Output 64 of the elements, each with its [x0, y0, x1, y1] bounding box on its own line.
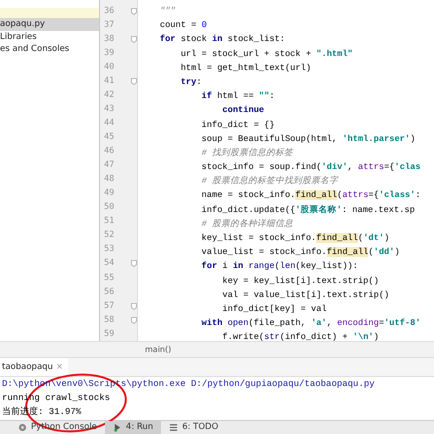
line-number: 49	[104, 187, 114, 200]
project-tree-item[interactable]: es and Consoles	[0, 43, 99, 56]
code-line: key = key_list[i].text.strip()	[221, 274, 380, 288]
fold-marker-icon[interactable]	[131, 78, 137, 85]
tool-window-tab[interactable]: 4: Run	[104, 421, 162, 434]
code-line: stock_info = soup.find('div', attrs={'clas	[200, 161, 422, 174]
line-number: 50	[104, 201, 114, 214]
code-line: key_list = stock_info.find_all('dt')	[200, 232, 390, 245]
code-line: """	[158, 5, 176, 18]
fold-marker-icon[interactable]	[131, 8, 137, 15]
code-line: for i in range(len(key_list)):	[200, 260, 359, 274]
code-line: info_dict.update({'股票名称': name.text.sp	[200, 204, 416, 217]
line-number: 59	[104, 328, 114, 340]
code-line: try:	[180, 76, 203, 89]
code-line: val = value_list[i].text.strip()	[221, 288, 390, 302]
code-line: # 股票的各种详细信息	[200, 218, 294, 231]
line-number: 53	[104, 243, 114, 256]
run-icon	[112, 423, 122, 432]
code-line: value_list = stock_info.find_all('dd')	[200, 246, 401, 260]
code-line: name = stock_info.find_all(attrs={'class':	[200, 189, 422, 202]
code-line: info_dict[key] = val	[221, 302, 328, 316]
fold-marker-icon[interactable]	[131, 316, 137, 324]
line-number: 40	[104, 60, 114, 74]
line-number: 48	[104, 173, 114, 186]
code-line: info_dict = {}	[200, 118, 276, 132]
line-number: 47	[104, 159, 114, 172]
line-number: 41	[104, 74, 114, 88]
breadcrumb[interactable]: main()	[145, 344, 172, 356]
project-tree-item[interactable]: Libraries	[0, 30, 99, 43]
line-number: 54	[104, 257, 114, 270]
line-number: 37	[104, 18, 114, 32]
line-number: 39	[104, 46, 114, 60]
line-number: 42	[104, 88, 114, 102]
python-icon	[18, 423, 27, 432]
code-line: url = stock_url + stock + ".html"	[180, 48, 354, 61]
code-line: f.write(str(info_dict) + '\n')	[221, 331, 380, 341]
fold-marker-icon[interactable]	[131, 302, 137, 310]
code-line: continue	[221, 104, 266, 118]
line-number: 45	[104, 131, 114, 144]
line-number: 56	[104, 286, 114, 298]
fold-marker-icon[interactable]	[131, 260, 137, 268]
line-number: 36	[104, 4, 114, 18]
line-number: 44	[104, 117, 114, 130]
code-line: for stock in stock_list:	[158, 33, 286, 46]
code-line: html = get_html_text(url)	[180, 62, 312, 75]
code-line: count = 0	[158, 19, 208, 32]
line-number: 52	[104, 229, 114, 242]
code-line: # 找到股票信息的标签	[200, 146, 295, 160]
line-number: 51	[104, 215, 114, 228]
list-icon	[169, 423, 178, 432]
tool-window-tab[interactable]: 6: TODO	[161, 421, 226, 434]
code-line: if html == "":	[200, 90, 276, 104]
run-tab[interactable]: taobaopaqu ×	[0, 358, 68, 376]
line-number: 46	[104, 145, 114, 158]
line-number: 43	[104, 102, 114, 116]
line-number: 57	[104, 300, 114, 312]
code-line: soup = BeautifulSoup(html, 'html.parser')	[200, 132, 416, 146]
line-number: 58	[104, 314, 114, 326]
code-line: with open(file_path, 'a', encoding='utf-8'	[200, 317, 422, 330]
code-line: # 股票信息的标签中找到股票名字	[200, 174, 340, 188]
line-number: 38	[104, 32, 114, 46]
project-tree-item[interactable]: aopaqu.py	[0, 18, 99, 30]
line-number: 55	[104, 272, 114, 284]
fold-marker-icon[interactable]	[131, 36, 137, 43]
